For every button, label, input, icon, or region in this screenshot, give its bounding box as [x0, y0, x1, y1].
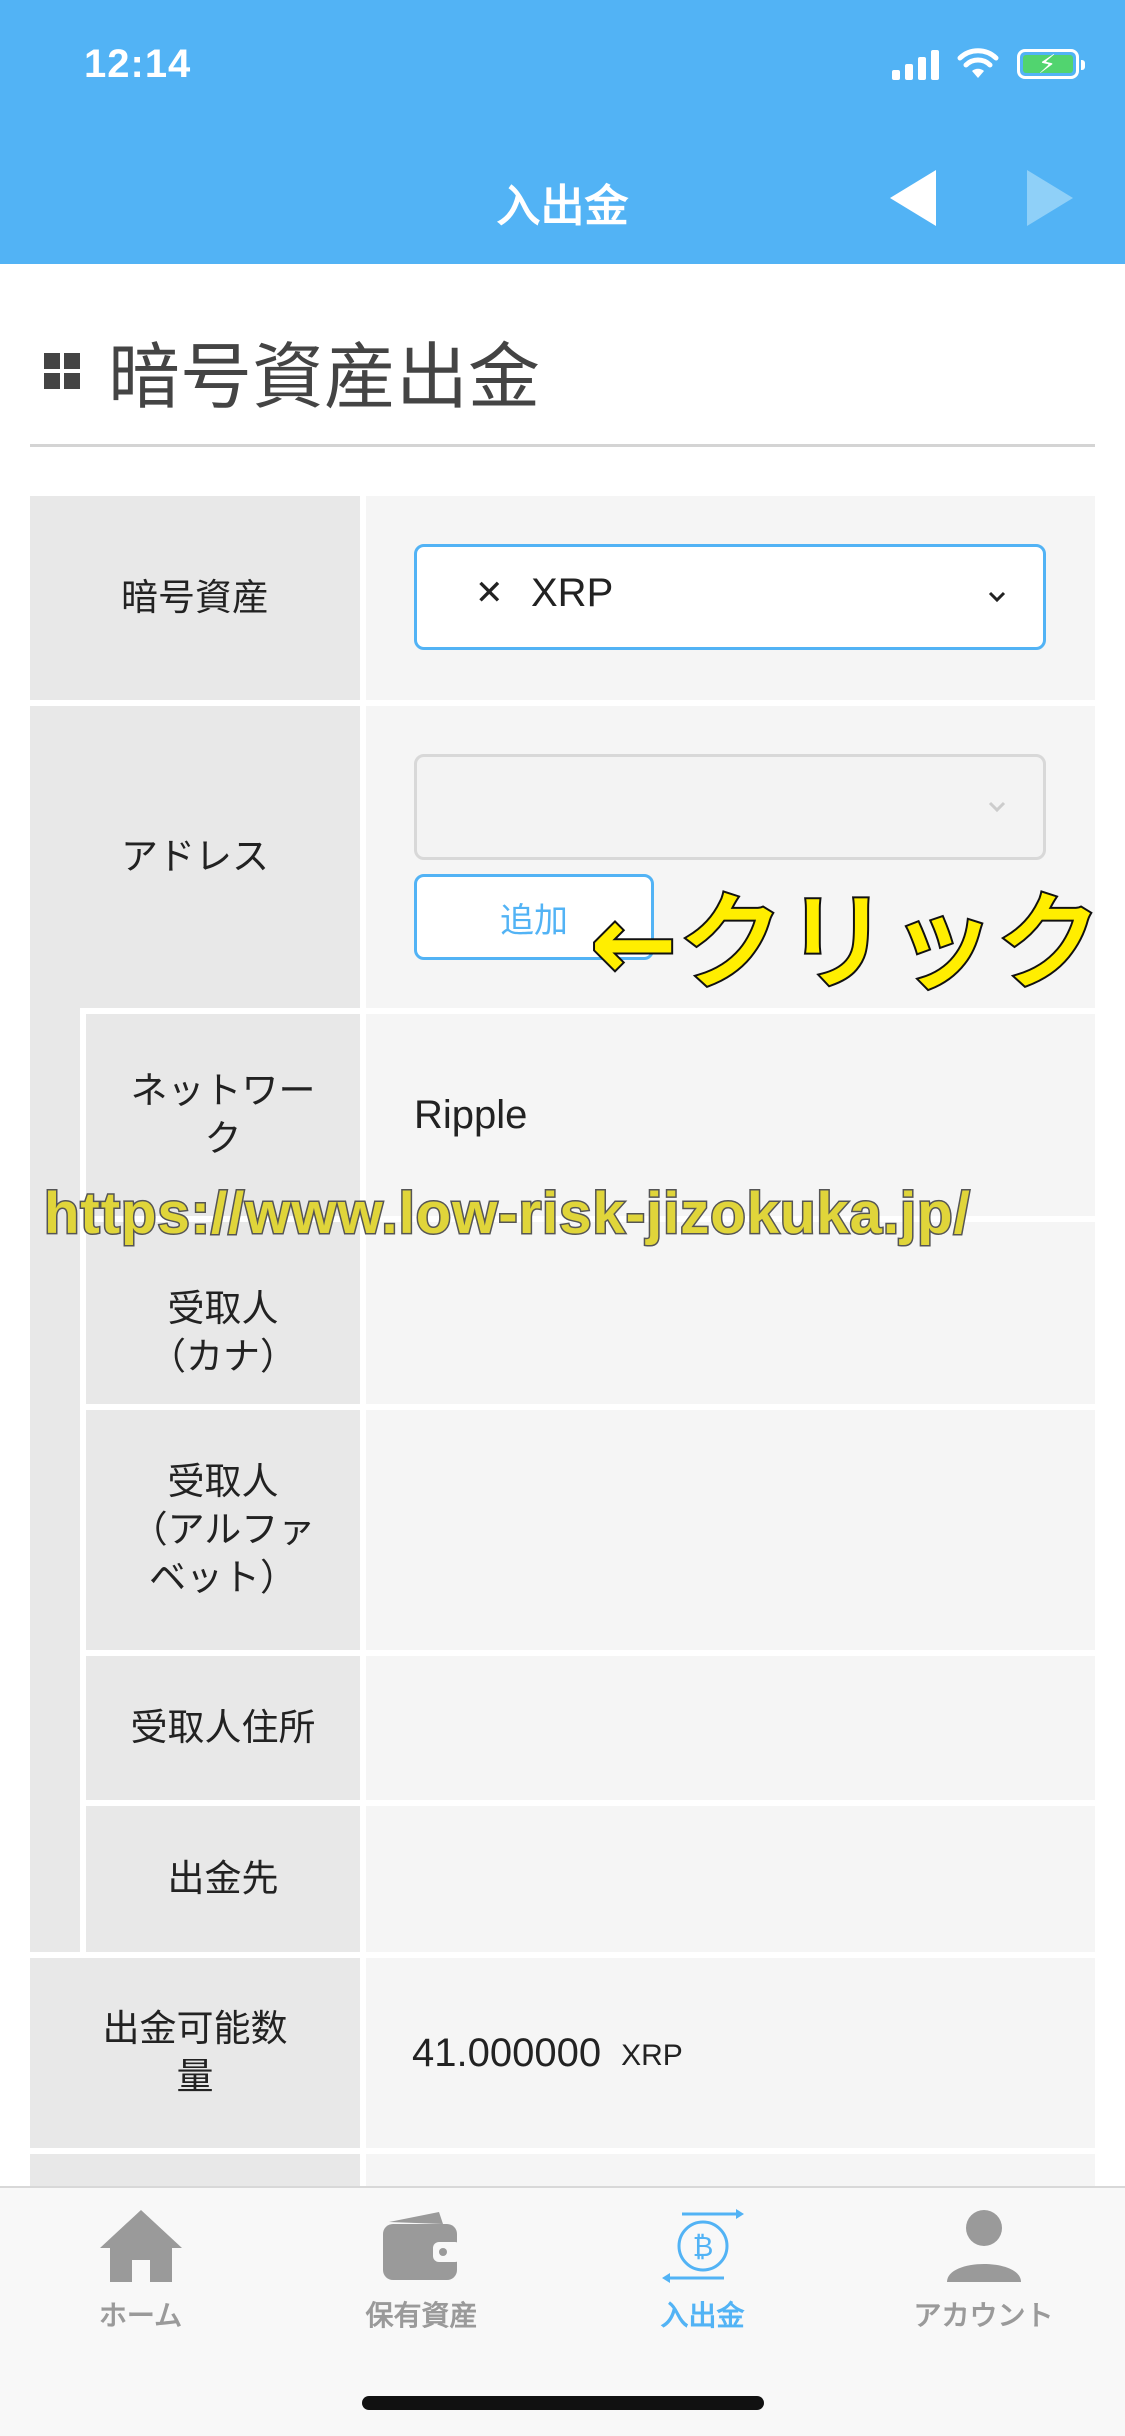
xrp-icon: ✕	[475, 573, 504, 613]
recipient-address-value-cell	[366, 1656, 1095, 1800]
address-group-bar	[30, 1008, 80, 1952]
home-icon	[99, 2210, 182, 2282]
header-title: 入出金	[496, 181, 629, 232]
tab-account[interactable]: アカウント	[843, 2208, 1124, 2334]
back-arrow-icon[interactable]	[888, 168, 938, 228]
available-label-line2: 量	[176, 2055, 214, 2098]
network-label-line2: ク	[204, 1117, 242, 1160]
home-indicator	[362, 2396, 764, 2410]
wifi-icon	[957, 48, 999, 78]
tab-home[interactable]: ホーム	[0, 2208, 281, 2334]
network-value: Ripple	[414, 1092, 528, 1137]
app-header: 12:14 ⚡ 入出金	[0, 0, 1125, 264]
tab-home-label: ホーム	[98, 2299, 183, 2332]
address-select[interactable]	[414, 754, 1046, 860]
tab-holdings[interactable]: 保有資産	[281, 2208, 562, 2334]
bitcoin-transfer-icon: ₿	[661, 2209, 744, 2283]
title-divider	[30, 444, 1095, 447]
recipient-address-label: 受取人住所	[86, 1656, 360, 1800]
tab-deposit-withdraw[interactable]: ₿ 入出金	[562, 2208, 843, 2334]
crypto-select[interactable]: ✕ XRP	[414, 544, 1046, 650]
crypto-label: 暗号資産	[30, 496, 360, 700]
available-amount-unit: XRP	[621, 2039, 683, 2072]
destination-label: 出金先	[86, 1806, 360, 1952]
click-annotation: ←クリック	[588, 880, 1104, 1006]
recipient-alpha-line2: （アルファ	[130, 1507, 316, 1551]
recipient-alpha-line3: ベット）	[148, 1556, 297, 1600]
recipient-kana-line2: （カナ）	[149, 1335, 297, 1378]
page-title: 暗号資産出金	[108, 335, 541, 419]
address-label-text: アドレス	[121, 834, 269, 878]
wallet-icon	[382, 2212, 461, 2280]
svg-text:₿: ₿	[692, 2230, 713, 2263]
available-label-line1: 出金可能数	[102, 2006, 288, 2050]
chevron-down-icon	[988, 801, 1006, 813]
network-label-line1: ネットワー	[130, 1068, 316, 1112]
recipient-kana-line1: 受取人	[167, 1286, 279, 1330]
grid-icon	[44, 352, 80, 389]
available-amount-label: 出金可能数 量	[30, 1958, 360, 2148]
account-icon	[946, 2210, 1021, 2282]
add-address-button-label: 追加	[500, 900, 568, 941]
recipient-kana-label: 受取人 （カナ）	[86, 1222, 360, 1404]
status-icons: ⚡	[892, 48, 1085, 80]
tab-account-label: アカウント	[913, 2299, 1054, 2332]
page-title-row: 暗号資産出金	[44, 318, 540, 423]
recipient-kana-value-cell	[366, 1222, 1095, 1404]
cellular-signal-icon	[892, 48, 939, 80]
chevron-down-icon	[988, 591, 1006, 603]
recipient-alpha-value-cell	[366, 1410, 1095, 1650]
address-label: アドレス	[30, 706, 360, 1008]
forward-arrow-icon[interactable]	[1025, 168, 1075, 228]
destination-value-cell	[366, 1806, 1095, 1952]
crypto-label-text: 暗号資産	[121, 575, 269, 619]
destination-label-text: 出金先	[167, 1856, 279, 1900]
battery-charging-icon: ⚡	[1017, 49, 1085, 80]
recipient-address-label-text: 受取人住所	[130, 1705, 316, 1749]
crypto-selected-value: XRP	[531, 571, 614, 615]
watermark-url: https://www.low-risk-jizokuka.jp/	[43, 1180, 972, 1248]
tab-deposit-withdraw-label: 入出金	[660, 2299, 745, 2332]
recipient-alpha-label: 受取人 （アルファ ベット）	[86, 1410, 360, 1650]
available-amount-value: 41.000000	[412, 2030, 602, 2075]
available-amount-value-cell: 41.000000 XRP	[366, 1958, 1095, 2148]
recipient-alpha-line1: 受取人	[167, 1459, 279, 1503]
tab-holdings-label: 保有資産	[365, 2299, 478, 2332]
status-time: 12:14	[84, 42, 192, 86]
